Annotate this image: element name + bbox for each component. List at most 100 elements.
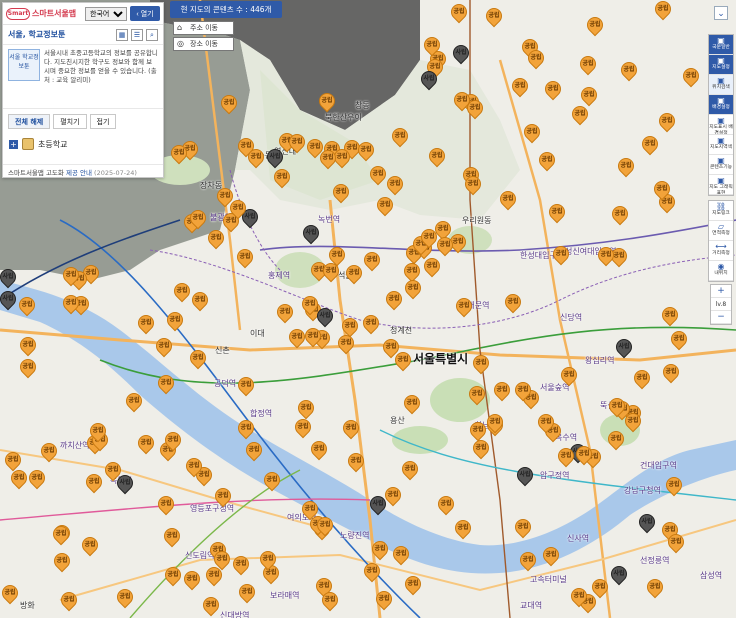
public-school-marker-icon[interactable]: 공립 xyxy=(82,470,106,495)
public-school-marker-icon[interactable]: 공립 xyxy=(339,416,363,441)
public-school-marker-icon[interactable]: 공립 xyxy=(463,96,487,121)
public-school-marker-icon[interactable]: 공립 xyxy=(285,325,309,350)
public-school-marker-icon[interactable]: 공립 xyxy=(242,438,266,463)
public-school-marker-icon[interactable]: 공립 xyxy=(638,132,662,157)
public-school-marker-icon[interactable]: 공립 xyxy=(15,293,39,318)
public-school-marker-icon[interactable]: 공립 xyxy=(554,444,578,469)
public-school-marker-icon[interactable]: 공립 xyxy=(235,580,259,605)
public-school-marker-icon[interactable]: 공립 xyxy=(16,355,40,380)
public-school-marker-icon[interactable]: 공립 xyxy=(535,148,559,173)
public-school-marker-icon[interactable]: 공립 xyxy=(163,308,187,333)
toolbar-button-4[interactable]: ▣ 지도표시 배경설정 xyxy=(709,115,733,135)
private-school-marker-icon[interactable]: 사립 xyxy=(607,562,631,587)
toolbar-button-5[interactable]: ▣ 지도지역색 xyxy=(709,135,733,155)
public-school-marker-icon[interactable]: 공립 xyxy=(511,515,535,540)
public-school-marker-icon[interactable]: 공립 xyxy=(57,588,81,613)
public-school-marker-icon[interactable]: 공립 xyxy=(270,165,294,190)
public-school-marker-icon[interactable]: 공립 xyxy=(49,522,73,547)
public-school-marker-icon[interactable]: 공립 xyxy=(388,124,412,149)
public-school-marker-icon[interactable]: 공립 xyxy=(338,314,362,339)
public-school-marker-icon[interactable]: 공립 xyxy=(372,587,396,612)
public-school-marker-icon[interactable]: 공립 xyxy=(16,333,40,358)
public-school-marker-icon[interactable]: 공립 xyxy=(451,516,475,541)
public-school-marker-icon[interactable]: 공립 xyxy=(0,581,22,606)
public-school-marker-icon[interactable]: 공립 xyxy=(329,180,353,205)
footer-link[interactable]: 제공 안내 xyxy=(66,169,92,177)
public-school-marker-icon[interactable]: 공립 xyxy=(373,193,397,218)
public-school-marker-icon[interactable]: 공립 xyxy=(420,254,444,279)
public-school-marker-icon[interactable]: 공립 xyxy=(273,300,297,325)
public-school-marker-icon[interactable]: 공립 xyxy=(210,547,234,572)
public-school-marker-icon[interactable]: 공립 xyxy=(679,64,703,89)
public-school-marker-icon[interactable]: 공립 xyxy=(447,0,471,25)
public-school-marker-icon[interactable]: 공립 xyxy=(662,473,686,498)
public-school-marker-icon[interactable]: 공립 xyxy=(122,389,146,414)
public-school-marker-icon[interactable]: 공립 xyxy=(368,537,392,562)
public-school-marker-icon[interactable]: 공립 xyxy=(549,242,573,267)
private-school-marker-icon[interactable]: 사립 xyxy=(612,335,636,360)
public-school-marker-icon[interactable]: 공립 xyxy=(78,533,102,558)
zoom-in-button[interactable]: + xyxy=(711,285,731,298)
private-school-marker-icon[interactable]: 사립 xyxy=(313,304,337,329)
public-school-marker-icon[interactable]: 공립 xyxy=(630,366,654,391)
public-school-marker-icon[interactable]: 공립 xyxy=(658,303,682,328)
toolbar-button-0[interactable]: ▣ 국문일반 xyxy=(709,35,733,55)
private-school-marker-icon[interactable]: 사립 xyxy=(635,510,659,535)
public-school-marker-icon[interactable]: 공립 xyxy=(180,567,204,592)
private-school-marker-icon[interactable]: 사립 xyxy=(366,492,390,517)
public-school-marker-icon[interactable]: 공립 xyxy=(167,141,191,166)
public-school-marker-icon[interactable]: 공립 xyxy=(50,549,74,574)
public-school-marker-icon[interactable]: 공립 xyxy=(25,466,49,491)
public-school-marker-icon[interactable]: 공립 xyxy=(469,436,493,461)
language-select[interactable]: 한국어 xyxy=(85,6,127,21)
public-school-marker-icon[interactable]: 공립 xyxy=(594,243,618,268)
private-school-marker-icon[interactable]: 사립 xyxy=(299,221,323,246)
public-school-marker-icon[interactable]: 공립 xyxy=(319,259,343,284)
public-school-marker-icon[interactable]: 공립 xyxy=(301,324,325,349)
public-school-marker-icon[interactable]: 공립 xyxy=(650,177,674,202)
public-school-marker-icon[interactable]: 공립 xyxy=(576,52,600,77)
tab-expand[interactable]: 펼치기 xyxy=(53,114,87,129)
public-school-marker-icon[interactable]: 공립 xyxy=(342,261,366,286)
public-school-marker-icon[interactable]: 공립 xyxy=(524,46,548,71)
expand-plus-icon[interactable]: + xyxy=(9,139,18,149)
public-school-marker-icon[interactable]: 공립 xyxy=(401,276,425,301)
public-school-marker-icon[interactable]: 공립 xyxy=(520,120,544,145)
public-school-marker-icon[interactable]: 공립 xyxy=(420,33,444,58)
public-school-marker-icon[interactable]: 공립 xyxy=(366,162,390,187)
open-button[interactable]: ‹ 열기 xyxy=(130,6,160,21)
public-school-marker-icon[interactable]: 공립 xyxy=(425,144,449,169)
public-school-marker-icon[interactable]: 공립 xyxy=(604,427,628,452)
public-school-marker-icon[interactable]: 공립 xyxy=(608,202,632,227)
private-school-marker-icon[interactable]: 사립 xyxy=(0,265,20,290)
public-school-marker-icon[interactable]: 공립 xyxy=(398,457,422,482)
tool-button-0[interactable]: ⛓ 지도링크 xyxy=(709,201,733,221)
public-school-marker-icon[interactable]: 공립 xyxy=(315,89,339,114)
public-school-marker-icon[interactable]: 공립 xyxy=(211,484,235,509)
public-school-marker-icon[interactable]: 공립 xyxy=(229,552,253,577)
public-school-marker-icon[interactable]: 공립 xyxy=(359,311,383,336)
private-school-marker-icon[interactable]: 사립 xyxy=(113,471,137,496)
public-school-marker-icon[interactable]: 공립 xyxy=(186,206,210,231)
public-school-marker-icon[interactable]: 공립 xyxy=(134,311,158,336)
public-school-marker-icon[interactable]: 공립 xyxy=(389,542,413,567)
public-school-marker-icon[interactable]: 공립 xyxy=(186,346,210,371)
public-school-marker-icon[interactable]: 공립 xyxy=(285,130,309,155)
toolbar-button-6[interactable]: ▣ 콘텐츠기능 xyxy=(709,155,733,175)
public-school-marker-icon[interactable]: 공립 xyxy=(605,394,629,419)
public-school-marker-icon[interactable]: 공립 xyxy=(313,513,337,538)
public-school-marker-icon[interactable]: 공립 xyxy=(659,360,683,385)
public-school-marker-icon[interactable]: 공립 xyxy=(383,172,407,197)
tab-clear-all[interactable]: 전체 해제 xyxy=(8,114,51,129)
zoom-out-button[interactable]: − xyxy=(711,311,731,324)
public-school-marker-icon[interactable]: 공립 xyxy=(391,348,415,373)
private-school-marker-icon[interactable]: 사립 xyxy=(417,67,441,92)
public-school-marker-icon[interactable]: 공립 xyxy=(511,378,535,403)
public-school-marker-icon[interactable]: 공립 xyxy=(260,468,284,493)
app-logo[interactable]: Smart 스마트서울맵 xyxy=(6,7,76,20)
public-school-marker-icon[interactable]: 공립 xyxy=(59,291,83,316)
public-school-marker-icon[interactable]: 공립 xyxy=(651,0,675,22)
public-school-marker-icon[interactable]: 공립 xyxy=(482,4,506,29)
category-elementary[interactable]: + 초등학교 xyxy=(3,133,163,155)
public-school-marker-icon[interactable]: 공립 xyxy=(182,454,206,479)
